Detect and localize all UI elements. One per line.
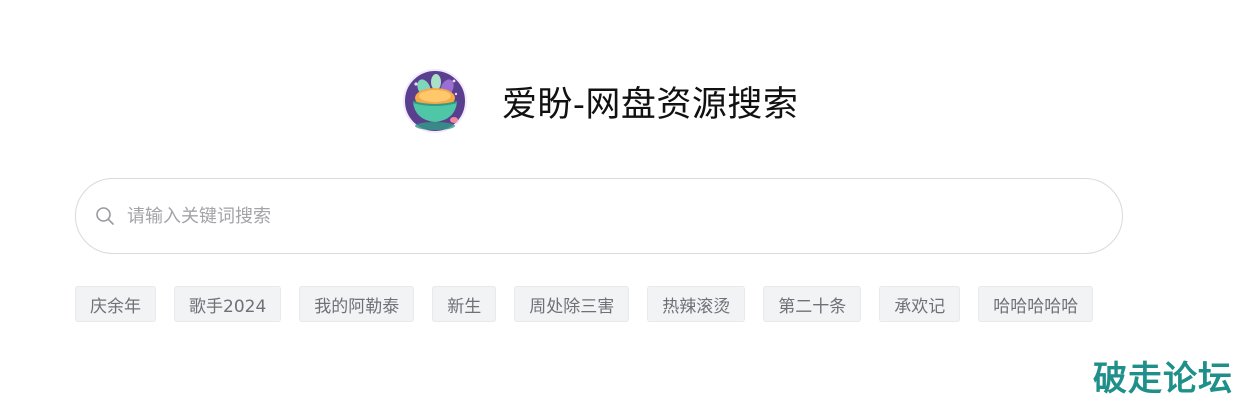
hot-tag[interactable]: 承欢记 (879, 286, 961, 322)
hot-tag[interactable]: 歌手2024 (174, 286, 282, 322)
hot-tag[interactable]: 第二十条 (763, 286, 862, 322)
hot-tag[interactable]: 热辣滚烫 (647, 286, 746, 322)
hot-tag[interactable]: 我的阿勒泰 (299, 286, 415, 322)
bowl-logo-icon (403, 69, 467, 133)
home-page: 爱盼-网盘资源搜索 庆余年 歌手2024 我的阿勒泰 新生 周处除三害 热辣滚烫… (0, 0, 1251, 404)
watermark-text: 破走论坛 (1093, 359, 1233, 399)
hot-tags: 庆余年 歌手2024 我的阿勒泰 新生 周处除三害 热辣滚烫 第二十条 承欢记 … (75, 286, 1094, 322)
hot-tag[interactable]: 庆余年 (75, 286, 156, 322)
search-icon[interactable] (95, 206, 115, 226)
page-title: 爱盼-网盘资源搜索 (502, 84, 799, 125)
hot-tag[interactable]: 新生 (432, 286, 497, 322)
hot-tag[interactable]: 哈哈哈哈哈 (978, 286, 1094, 322)
hot-tag[interactable]: 周处除三害 (514, 286, 630, 322)
search-bar[interactable] (75, 178, 1123, 254)
brand-header: 爱盼-网盘资源搜索 (402, 68, 798, 134)
search-input[interactable] (127, 196, 1122, 236)
